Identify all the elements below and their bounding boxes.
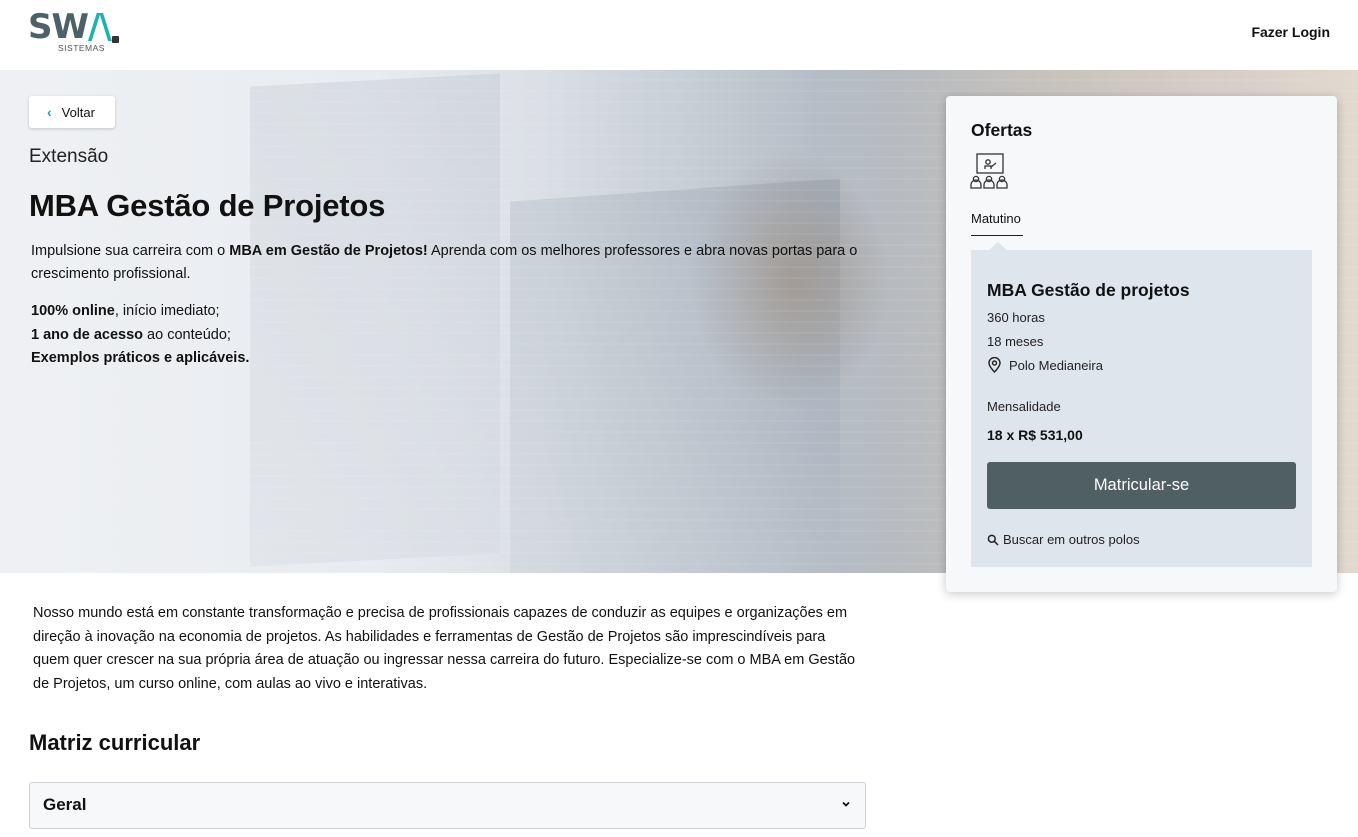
course-title: MBA Gestão de Projetos bbox=[29, 188, 386, 223]
search-other-polos-label: Buscar em outros polos bbox=[1003, 532, 1140, 547]
offers-title: Ofertas bbox=[971, 120, 1033, 140]
logo-wordmark: SW/\ bbox=[28, 7, 112, 47]
tab-matutino[interactable]: Matutino bbox=[971, 211, 1023, 236]
login-link[interactable]: Fazer Login bbox=[1251, 24, 1330, 40]
course-features: 100% online, início imediato; 1 ano de a… bbox=[31, 300, 249, 371]
search-icon bbox=[987, 534, 999, 546]
offer-name: MBA Gestão de projetos bbox=[987, 280, 1190, 300]
course-intro: Impulsione sua carreira com o MBA em Ges… bbox=[31, 243, 858, 282]
offers-card: Ofertas Matutino MBA Gestão de projetos … bbox=[946, 96, 1337, 592]
course-description: Nosso mundo está em constante transforma… bbox=[33, 605, 856, 692]
offer-hours: 360 horas bbox=[987, 310, 1045, 325]
offer-location: Polo Medianeira bbox=[987, 357, 1103, 373]
monthly-fee-label: Mensalidade bbox=[987, 399, 1061, 414]
feature-item: 1 ano de acesso ao conteúdo; bbox=[31, 326, 231, 343]
swa-logo[interactable]: SW/\ SISTEMAS bbox=[28, 10, 128, 58]
classroom-icon bbox=[970, 153, 1008, 189]
back-button-label: Voltar bbox=[61, 104, 95, 120]
chevron-left-icon: ‹ bbox=[47, 104, 52, 120]
offer-location-label: Polo Medianeira bbox=[1009, 357, 1103, 373]
map-pin-icon bbox=[988, 357, 1001, 373]
offer-notch bbox=[989, 242, 1007, 250]
site-header: SW/\ SISTEMAS Fazer Login bbox=[0, 0, 1358, 70]
monthly-fee-value: 18 x R$ 531,00 bbox=[987, 427, 1083, 443]
enroll-button[interactable]: Matricular-se bbox=[987, 462, 1296, 509]
logo-subtitle: SISTEMAS bbox=[58, 43, 105, 53]
back-button[interactable]: ‹ Voltar bbox=[29, 96, 115, 128]
feature-item: Exemplos práticos e aplicáveis. bbox=[31, 350, 250, 366]
accordion-label: Geral bbox=[43, 795, 87, 814]
logo-dot bbox=[112, 36, 119, 43]
curriculum-title: Matriz curricular bbox=[29, 730, 201, 755]
offer-duration: 18 meses bbox=[987, 334, 1044, 349]
feature-item: 100% online, início imediato; bbox=[31, 303, 220, 319]
course-category: Extensão bbox=[29, 146, 109, 167]
search-other-polos-link[interactable]: Buscar em outros polos bbox=[987, 532, 1140, 547]
offer-details: MBA Gestão de projetos 360 horas 18 mese… bbox=[971, 242, 1312, 567]
chevron-down-icon bbox=[842, 801, 850, 807]
curriculum-accordion-geral[interactable]: Geral bbox=[29, 782, 866, 829]
